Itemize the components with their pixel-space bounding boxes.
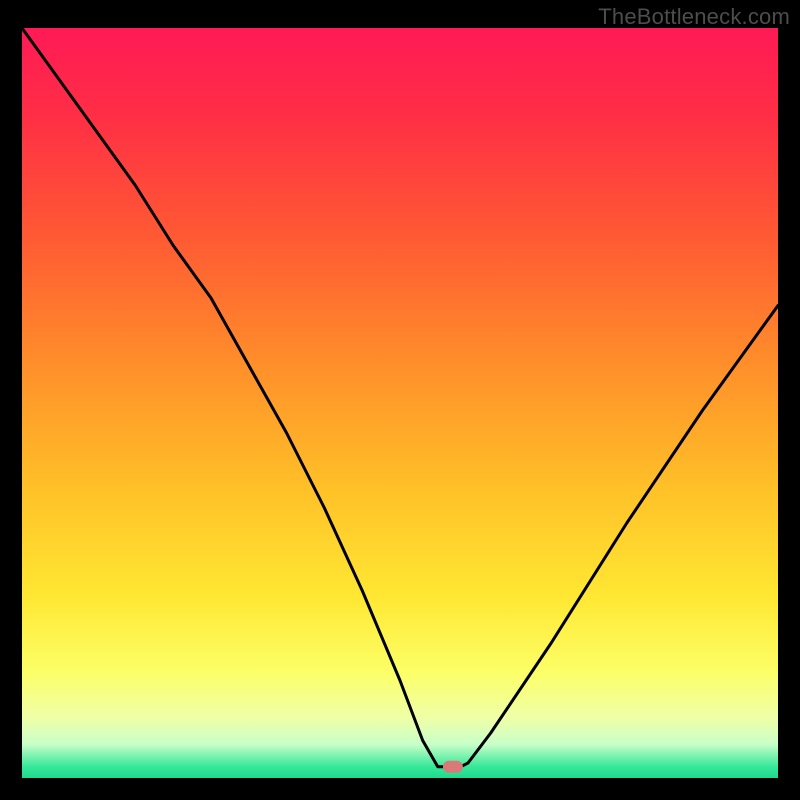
plot-area [22,28,778,778]
optimal-marker [443,761,463,773]
watermark-text: TheBottleneck.com [598,4,790,30]
chart-frame: TheBottleneck.com [0,0,800,800]
heat-gradient [22,28,778,778]
plot-svg [22,28,778,778]
